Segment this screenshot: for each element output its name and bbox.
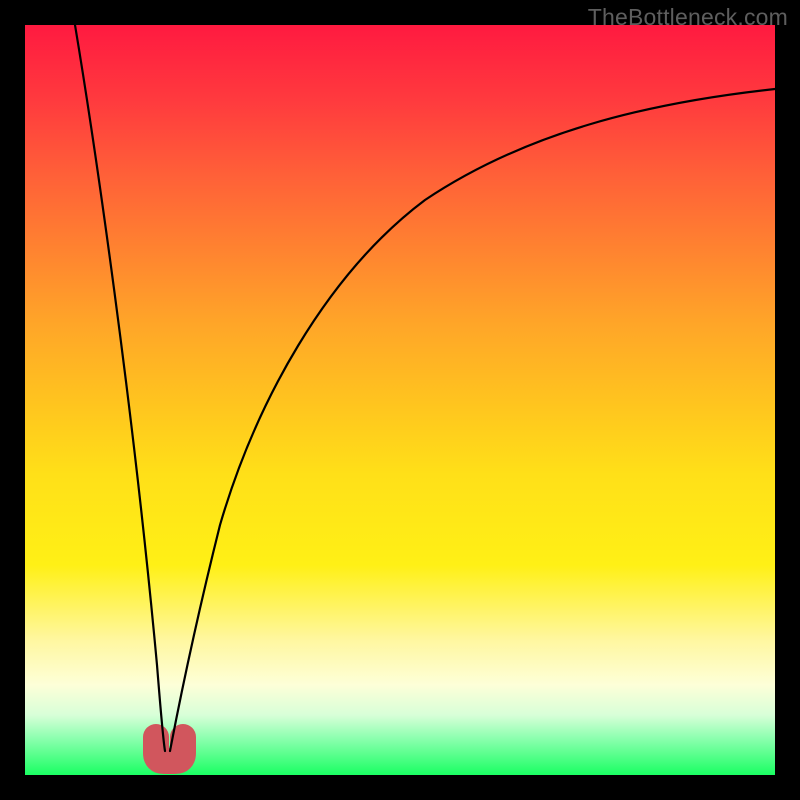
curve-left-branch	[75, 25, 165, 751]
plot-area	[25, 25, 775, 775]
curve-right-branch	[170, 89, 775, 751]
attribution-label: TheBottleneck.com	[588, 4, 788, 31]
chart-svg	[25, 25, 775, 775]
chart-frame: TheBottleneck.com	[0, 0, 800, 800]
